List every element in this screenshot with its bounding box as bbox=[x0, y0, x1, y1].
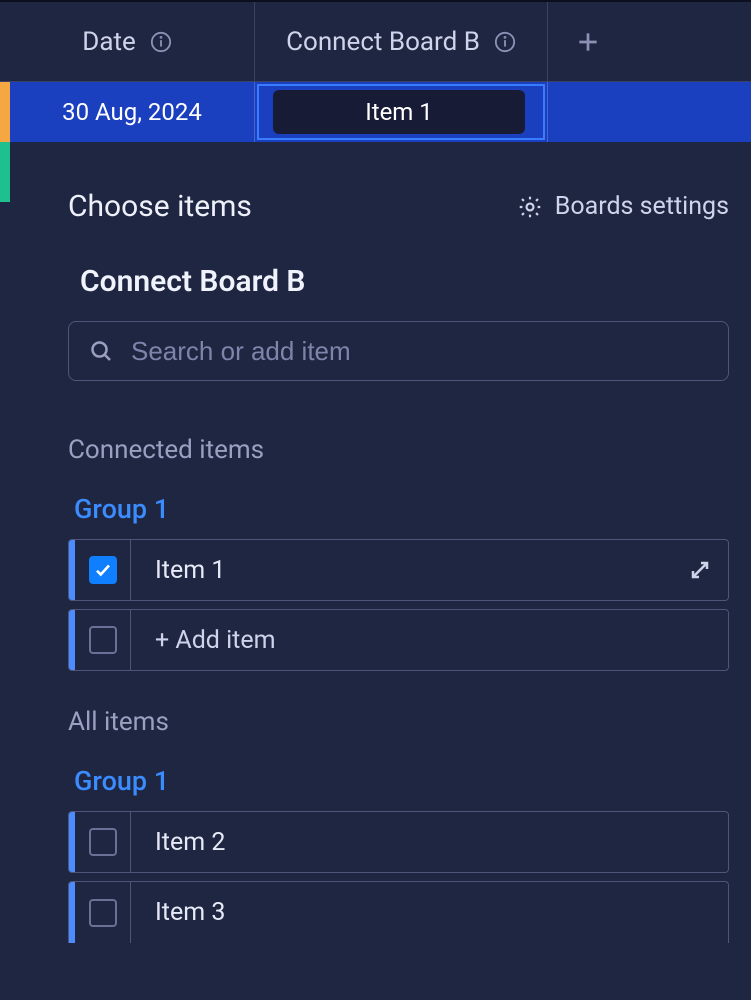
column-header-date[interactable]: Date bbox=[0, 2, 255, 81]
list-item[interactable]: Item 2 bbox=[68, 811, 729, 873]
item-checkbox[interactable] bbox=[89, 899, 117, 927]
cell-date[interactable]: 30 Aug, 2024 bbox=[10, 82, 255, 142]
item-checkbox-cell[interactable] bbox=[75, 610, 131, 670]
cell-date-value: 30 Aug, 2024 bbox=[62, 98, 202, 126]
boards-settings-link[interactable]: Boards settings bbox=[517, 192, 729, 221]
info-icon[interactable] bbox=[494, 31, 516, 53]
info-icon[interactable] bbox=[150, 31, 172, 53]
gear-icon bbox=[517, 194, 543, 220]
item-checkbox[interactable] bbox=[89, 626, 117, 654]
cell-connect[interactable]: Item 1 bbox=[255, 82, 548, 142]
item-checkbox-cell[interactable] bbox=[75, 812, 131, 872]
group-color-stripe bbox=[0, 82, 10, 142]
list-item[interactable]: Item 1 bbox=[68, 539, 729, 601]
connected-items-section-label: Connected items bbox=[68, 435, 729, 465]
popup-title: Choose items bbox=[68, 189, 252, 224]
popup-header: Choose items Boards settings bbox=[68, 189, 729, 224]
group-color-stripe bbox=[0, 142, 10, 202]
plus-icon bbox=[575, 29, 601, 55]
choose-items-popup: Choose items Boards settings Connect Boa… bbox=[32, 165, 751, 1000]
connected-item-chip-label: Item 1 bbox=[365, 98, 433, 126]
all-items-section-label: All items bbox=[68, 707, 729, 737]
add-item-label: + Add item bbox=[131, 626, 728, 655]
column-header-connect-label: Connect Board B bbox=[286, 27, 480, 57]
item-checkbox-cell[interactable] bbox=[75, 882, 131, 943]
search-input-wrapper[interactable] bbox=[68, 321, 729, 381]
column-header-connect[interactable]: Connect Board B bbox=[255, 2, 548, 81]
add-item-row[interactable]: + Add item bbox=[68, 609, 729, 671]
list-item[interactable]: Item 3 bbox=[68, 881, 729, 943]
group-label: Group 1 bbox=[74, 765, 729, 797]
connected-item-chip[interactable]: Item 1 bbox=[273, 90, 525, 134]
board-name-subtitle: Connect Board B bbox=[80, 264, 729, 299]
item-checkbox[interactable] bbox=[89, 828, 117, 856]
item-checkbox-checked[interactable] bbox=[89, 556, 117, 584]
item-label: Item 3 bbox=[131, 898, 728, 927]
add-column-button[interactable] bbox=[548, 2, 628, 81]
column-header-date-label: Date bbox=[82, 27, 136, 57]
expand-item-button[interactable] bbox=[672, 558, 728, 582]
search-icon bbox=[89, 339, 113, 363]
boards-settings-label: Boards settings bbox=[555, 192, 729, 221]
table-row[interactable]: 30 Aug, 2024 Item 1 bbox=[0, 82, 751, 142]
item-checkbox-cell[interactable] bbox=[75, 540, 131, 600]
item-label: Item 1 bbox=[131, 556, 672, 585]
item-label: Item 2 bbox=[131, 828, 728, 857]
group-label: Group 1 bbox=[74, 493, 729, 525]
cell-connect-active: Item 1 bbox=[257, 84, 545, 140]
column-header-row: Date Connect Board B bbox=[0, 0, 751, 82]
check-icon bbox=[94, 561, 112, 579]
expand-icon bbox=[688, 558, 712, 582]
search-input[interactable] bbox=[131, 336, 708, 367]
